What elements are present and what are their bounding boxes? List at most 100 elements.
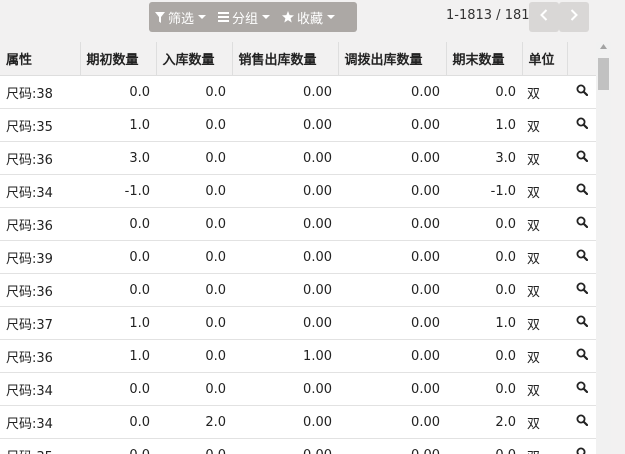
row-closing-qty-cell: 1.0: [446, 108, 522, 142]
row-opening-qty-cell: 0.0: [80, 438, 156, 454]
search-icon[interactable]: [576, 117, 588, 129]
search-icon[interactable]: [576, 84, 588, 96]
vertical-scrollbar[interactable]: [596, 42, 611, 454]
column-header-closing-qty[interactable]: 期末数量: [446, 42, 523, 76]
row-transfer-out-qty-cell: 0.00: [338, 75, 446, 109]
filter-label: 筛选: [168, 11, 195, 27]
search-icon[interactable]: [576, 414, 588, 426]
row-in-qty-cell: 0.0: [156, 339, 232, 373]
row-in-qty-cell: 0.0: [156, 108, 232, 142]
row-unit-cell: 双: [522, 207, 567, 241]
column-header-transfer-out-qty[interactable]: 调拨出库数量: [338, 42, 447, 76]
search-icon[interactable]: [576, 348, 588, 360]
row-sales-out-qty-cell: 0.00: [232, 372, 338, 406]
search-options-group: 筛选 分组 收藏: [149, 2, 357, 32]
table-row[interactable]: 尺码:36 1.0 0.0 1.00 0.00 0.0 双: [0, 339, 596, 373]
row-attribute-cell: 尺码:39: [0, 240, 80, 274]
stock-report-table: 属性 期初数量 入库数量 销售出库数量 调拨出库数量 期末数量 单位 尺码:38…: [0, 42, 596, 454]
row-unit-cell: 双: [522, 306, 567, 340]
row-in-qty-cell: 0.0: [156, 438, 232, 454]
row-closing-qty-cell: -1.0: [446, 174, 522, 208]
row-closing-qty-cell: 1.0: [446, 306, 522, 340]
pager-next-button[interactable]: [559, 2, 589, 32]
row-opening-qty-cell: 0.0: [80, 75, 156, 109]
row-transfer-out-qty-cell: 0.00: [338, 372, 446, 406]
search-icon[interactable]: [576, 381, 588, 393]
column-header-opening-qty[interactable]: 期初数量: [80, 42, 157, 76]
row-attribute-cell: 尺码:34: [0, 372, 80, 406]
search-icon[interactable]: [576, 183, 588, 195]
row-opening-qty-cell: 3.0: [80, 141, 156, 175]
table-header-row: 属性 期初数量 入库数量 销售出库数量 调拨出库数量 期末数量 单位: [0, 42, 596, 76]
scroll-up-arrow-icon[interactable]: [596, 44, 611, 54]
row-transfer-out-qty-cell: 0.00: [338, 438, 446, 454]
row-unit-cell: 双: [522, 273, 567, 307]
chevron-down-icon: [262, 15, 271, 19]
column-header-sales-out-qty[interactable]: 销售出库数量: [232, 42, 339, 76]
search-icon[interactable]: [576, 249, 588, 261]
favorites-label: 收藏: [297, 11, 324, 27]
table-row[interactable]: 尺码:34 -1.0 0.0 0.00 0.00 -1.0 双: [0, 174, 596, 208]
scrollbar-thumb[interactable]: [598, 58, 609, 90]
row-attribute-cell: 尺码:36: [0, 141, 80, 175]
row-unit-cell: 双: [522, 141, 567, 175]
row-closing-qty-cell: 0.0: [446, 75, 522, 109]
table-row[interactable]: 尺码:39 0.0 0.0 0.00 0.00 0.0 双: [0, 240, 596, 274]
table-row[interactable]: 尺码:36 0.0 0.0 0.00 0.00 0.0 双: [0, 273, 596, 307]
search-icon[interactable]: [576, 282, 588, 294]
search-icon[interactable]: [576, 447, 588, 454]
row-in-qty-cell: 0.0: [156, 75, 232, 109]
row-in-qty-cell: 2.0: [156, 405, 232, 439]
row-closing-qty-cell: 3.0: [446, 141, 522, 175]
row-in-qty-cell: 0.0: [156, 240, 232, 274]
row-opening-qty-cell: -1.0: [80, 174, 156, 208]
row-sales-out-qty-cell: 0.00: [232, 273, 338, 307]
row-sales-out-qty-cell: 0.00: [232, 174, 338, 208]
row-closing-qty-cell: 0.0: [446, 339, 522, 373]
column-header-action: [567, 42, 596, 76]
row-opening-qty-cell: 1.0: [80, 306, 156, 340]
pager-value[interactable]: 1-1813 / 1813: [446, 8, 538, 23]
row-opening-qty-cell: 0.0: [80, 207, 156, 241]
row-unit-cell: 双: [522, 339, 567, 373]
row-action-cell: [567, 108, 596, 142]
search-icon[interactable]: [576, 150, 588, 162]
row-opening-qty-cell: 0.0: [80, 372, 156, 406]
table-row[interactable]: 尺码:38 0.0 0.0 0.00 0.00 0.0 双: [0, 75, 596, 109]
table-row[interactable]: 尺码:35 1.0 0.0 0.00 0.00 1.0 双: [0, 108, 596, 142]
table-row[interactable]: 尺码:34 0.0 2.0 0.00 0.00 2.0 双: [0, 405, 596, 439]
group-by-label: 分组: [232, 11, 259, 27]
row-sales-out-qty-cell: 0.00: [232, 75, 338, 109]
pager-previous-button[interactable]: [529, 2, 559, 32]
search-icon[interactable]: [576, 315, 588, 327]
row-closing-qty-cell: 0.0: [446, 273, 522, 307]
table-row[interactable]: 尺码:34 0.0 0.0 0.00 0.00 0.0 双: [0, 372, 596, 406]
favorites-button[interactable]: 收藏: [276, 2, 341, 32]
row-unit-cell: 双: [522, 174, 567, 208]
search-icon[interactable]: [576, 216, 588, 228]
table-row[interactable]: 尺码:37 1.0 0.0 0.00 0.00 1.0 双: [0, 306, 596, 340]
column-header-in-qty[interactable]: 入库数量: [156, 42, 233, 76]
table-row[interactable]: 尺码:350.00.00.000.000.0双: [0, 438, 596, 454]
row-in-qty-cell: 0.0: [156, 273, 232, 307]
filter-button[interactable]: 筛选: [149, 2, 212, 32]
row-transfer-out-qty-cell: 0.00: [338, 108, 446, 142]
table-row[interactable]: 尺码:36 3.0 0.0 0.00 0.00 3.0 双: [0, 141, 596, 175]
row-closing-qty-cell: 0.0: [446, 207, 522, 241]
row-action-cell: [567, 405, 596, 439]
row-unit-cell: 双: [522, 438, 567, 454]
table-row[interactable]: 尺码:36 0.0 0.0 0.00 0.00 0.0 双: [0, 207, 596, 241]
chevron-down-icon: [198, 15, 207, 19]
column-header-attribute[interactable]: 属性: [0, 42, 81, 76]
row-closing-qty-cell: 0.0: [446, 372, 522, 406]
row-opening-qty-cell: 0.0: [80, 273, 156, 307]
star-icon: [282, 11, 295, 23]
row-transfer-out-qty-cell: 0.00: [338, 273, 446, 307]
control-panel: 筛选 分组 收藏 1-1813 / 1813: [0, 0, 625, 42]
row-unit-cell: 双: [522, 75, 567, 109]
row-opening-qty-cell: 0.0: [80, 405, 156, 439]
column-header-unit[interactable]: 单位: [522, 42, 568, 76]
row-attribute-cell: 尺码:34: [0, 405, 80, 439]
group-by-button[interactable]: 分组: [212, 2, 276, 32]
row-action-cell: [567, 174, 596, 208]
